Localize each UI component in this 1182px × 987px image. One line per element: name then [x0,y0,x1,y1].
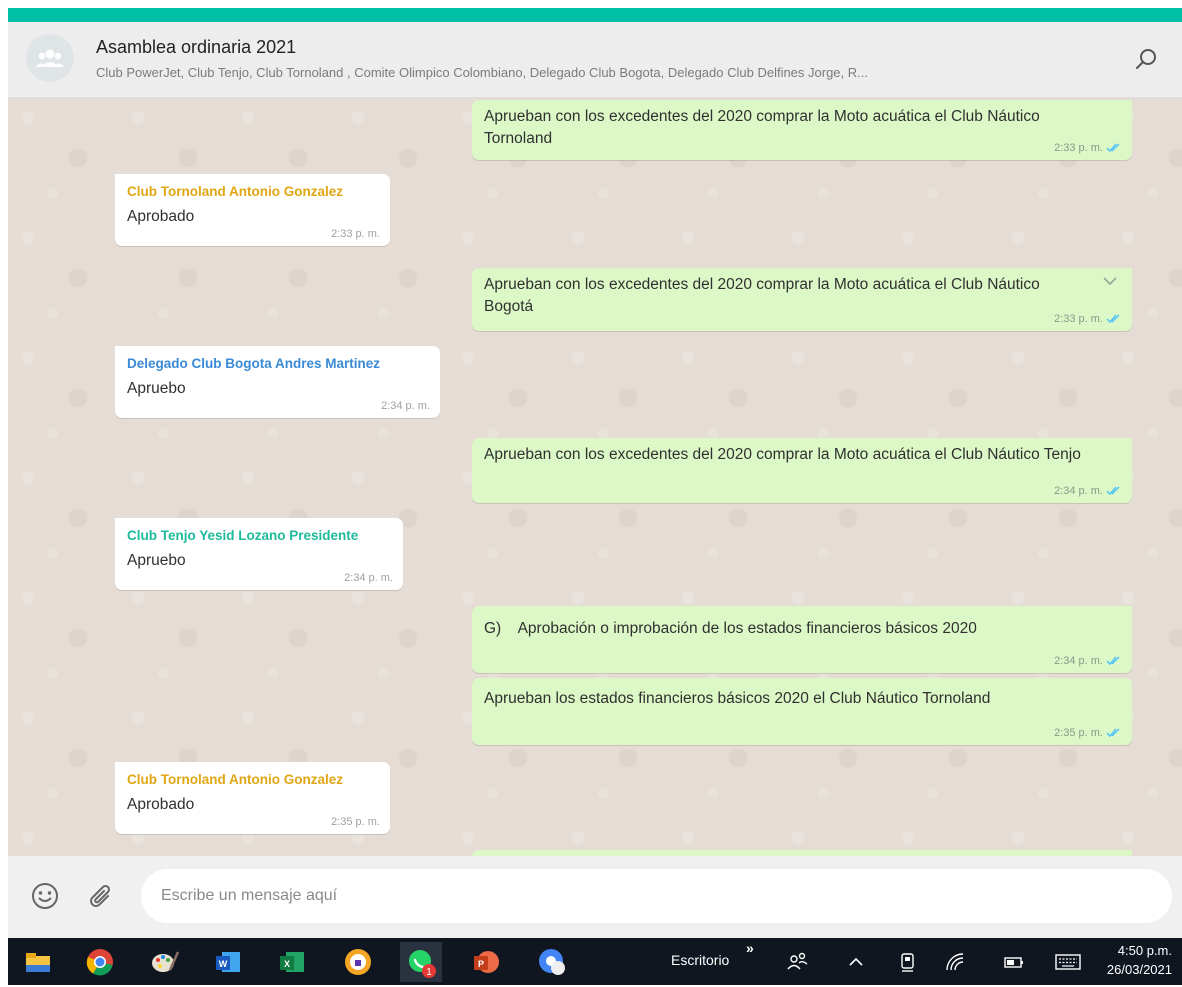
outgoing-message[interactable]: G) Aprobación o improbación de los estad… [472,606,1132,673]
keyboard-tray-button[interactable] [1054,950,1082,974]
battery-tray-button[interactable] [1002,950,1026,974]
search-button[interactable] [1134,46,1160,72]
chrome-icon [86,949,113,976]
message-input[interactable] [141,869,1172,923]
meet-now-icon [901,953,914,972]
outgoing-message[interactable]: Aprueban con los excedentes del 2020 com… [472,438,1132,503]
message-time: 2:35 p. m. [1054,727,1122,739]
read-ticks-icon [1106,314,1120,324]
incoming-message[interactable]: Club Tornoland Antonio Gonzalez Aprobado… [115,174,390,246]
group-icon [36,49,64,67]
people-tray-button[interactable] [786,950,810,974]
composer [8,856,1182,938]
word-icon: W [216,952,240,972]
toolbar-overflow-icon[interactable]: » [746,940,754,956]
desktop-toolbar-label[interactable]: Escritorio [671,952,729,968]
meet-now-tray-button[interactable] [896,950,920,974]
chrome-taskbar-button[interactable] [84,946,116,978]
emoji-icon [32,883,58,909]
message-text: Aprueban los estados financieros básicos… [484,690,991,707]
message-time: 2:34 p. m. [344,572,393,584]
incoming-message[interactable]: Club Tenjo Yesid Lozano Presidente Aprue… [115,518,403,590]
show-hidden-icons-button[interactable] [844,950,868,974]
chevron-up-icon [849,957,863,966]
message-time: 2:33 p. m. [331,228,380,240]
incoming-message[interactable]: Delegado Club Bogota Andres Martinez Apr… [115,346,440,418]
attach-button[interactable] [86,880,116,910]
read-ticks-icon [1106,728,1120,738]
whatsapp-icon: 1 [409,950,436,978]
message-time: 2:33 p. m. [1054,142,1122,154]
message-text: Aprueban con los excedentes del 2020 com… [484,276,1040,315]
message-text: Aprobado [127,796,195,813]
whatsapp-taskbar-button[interactable]: 1 [400,942,442,982]
message-text: Aprueban con los excedentes del 2020 com… [484,446,1081,463]
paint-taskbar-button[interactable] [148,946,180,978]
message-text: Aprueban con los excedentes del 2020 com… [484,108,1040,147]
message-text: Apruebo [127,380,186,397]
chat-header[interactable]: Asamblea ordinaria 2021 Club PowerJet, C… [8,22,1182,98]
powerpoint-icon: P [474,951,499,973]
clock-date[interactable]: 26/03/2021 [1107,962,1172,977]
excel-icon: X [280,952,304,972]
group-avatar[interactable] [26,34,74,82]
sender-name[interactable]: Club Tornoland Antonio Gonzalez [127,772,343,787]
chat-title[interactable]: Asamblea ordinaria 2021 [96,37,296,58]
vpn-taskbar-button[interactable] [342,946,374,978]
wifi-icon [946,953,964,971]
word-taskbar-button[interactable]: W [212,946,244,978]
svg-text:W: W [219,959,228,969]
message-text: Apruebo [127,552,186,569]
read-ticks-icon [1106,486,1120,496]
read-ticks-icon [1106,143,1120,153]
chevron-down-icon[interactable] [1102,276,1118,286]
paint-palette-icon [152,951,180,972]
search-icon [1136,49,1156,69]
sender-name[interactable]: Delegado Club Bogota Andres Martinez [127,356,380,371]
accent-bar [8,8,1182,22]
outgoing-message[interactable]: Aprueban con los excedentes del 2020 com… [472,268,1132,331]
message-list[interactable]: Aprueban con los excedentes del 2020 com… [8,98,1182,856]
folder-icon [26,953,50,972]
sender-name[interactable]: Club Tenjo Yesid Lozano Presidente [127,528,358,543]
powerpoint-taskbar-button[interactable]: P [470,946,502,978]
people-icon [787,952,808,970]
chrome-profile-taskbar-button[interactable] [536,946,568,978]
message-time: 2:33 p. m. [1054,313,1122,325]
battery-icon [1004,957,1023,968]
svg-text:P: P [478,959,484,969]
emoji-button[interactable] [30,881,60,911]
sender-name[interactable]: Club Tornoland Antonio Gonzalez [127,184,343,199]
keyboard-icon [1055,954,1081,970]
incoming-message[interactable]: Club Tornoland Antonio Gonzalez Aprobado… [115,762,390,834]
message-time: 2:34 p. m. [381,400,430,412]
paperclip-icon [90,884,111,907]
wifi-tray-button[interactable] [943,950,967,974]
read-ticks-icon [1106,656,1120,666]
message-text: Aprobado [127,208,195,225]
excel-taskbar-button[interactable]: X [276,946,308,978]
message-time: 2:35 p. m. [331,816,380,828]
windows-taskbar: W X 1 P Escritorio » 4:50 p.m. 26/03/202… [8,938,1182,985]
message-time: 2:34 p. m. [1054,655,1122,667]
message-text: G) Aprobación o improbación de los estad… [484,620,977,637]
message-time: 2:34 p. m. [1054,485,1122,497]
clock-time[interactable]: 4:50 p.m. [1118,943,1172,958]
chrome-profile-icon [539,949,565,975]
file-explorer-taskbar-button[interactable] [22,946,54,978]
outgoing-message[interactable]: Aprueban con los excedentes del 2020 com… [472,100,1132,160]
notification-badge: 1 [426,967,432,978]
svg-text:X: X [284,959,290,969]
participants-list[interactable]: Club PowerJet, Club Tenjo, Club Tornolan… [96,65,1076,80]
outgoing-message[interactable]: Aprueban los estados financieros básicos… [472,678,1132,745]
shield-icon [345,949,371,975]
